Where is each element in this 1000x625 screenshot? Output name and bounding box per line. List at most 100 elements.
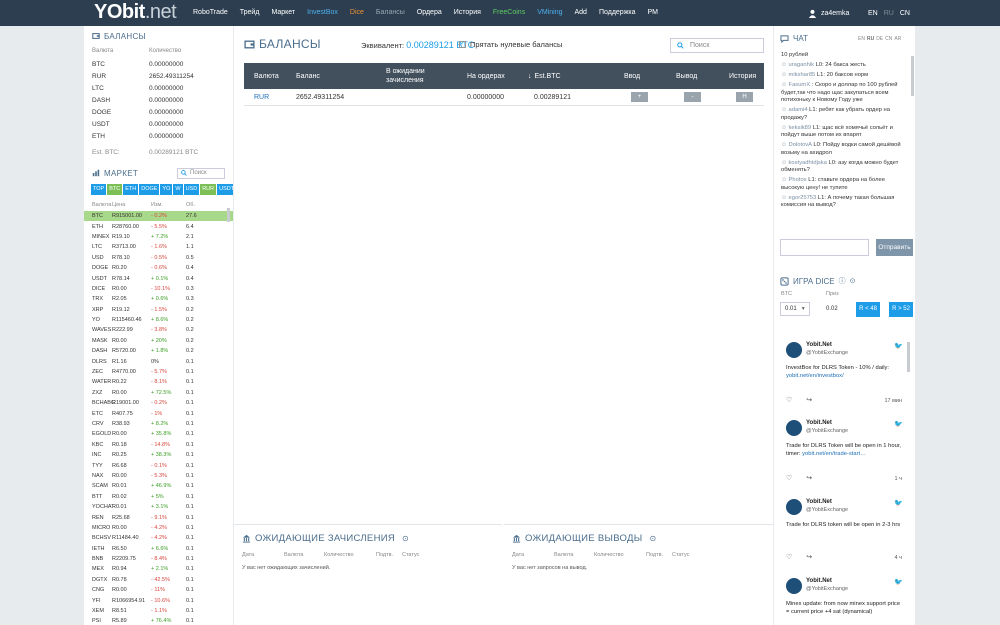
nav-item-7[interactable]: История xyxy=(448,0,487,26)
table-row[interactable]: MEX R0.94 + 2.1% 0.1 xyxy=(84,564,233,574)
nav-item-4[interactable]: Dice xyxy=(344,0,370,26)
table-row[interactable]: BTC R915001.00 - 0.2% 27.6 xyxy=(84,211,233,222)
nav-item-6[interactable]: Ордера xyxy=(411,0,448,26)
market-tab-w[interactable]: W xyxy=(173,184,183,195)
table-row[interactable]: YOCHAT R0.01 + 3.1% 0.1 xyxy=(84,502,233,512)
table-row[interactable]: KBC R0.18 - 14.8% 0.1 xyxy=(84,440,233,450)
table-row[interactable]: BCHABC R19001.00 - 0.2% 0.1 xyxy=(84,398,233,408)
table-row[interactable]: INC R0.25 + 38.3% 0.1 xyxy=(84,450,233,460)
th-est-btc[interactable]: ↓ Est.BTC xyxy=(528,63,561,89)
info-icon[interactable]: ⊙ xyxy=(649,534,656,543)
table-row[interactable]: DOGE R0.20 - 0.6% 0.4 xyxy=(84,263,233,273)
tweet-time[interactable]: 17 мин xyxy=(884,398,902,404)
heart-icon[interactable]: ♡ xyxy=(786,396,792,404)
tweet-time[interactable]: 4 ч xyxy=(895,555,902,561)
tweet-link[interactable]: yobit.net/en/trade-start… xyxy=(802,451,866,457)
table-row[interactable]: CNG R0.00 - 11% 0.1 xyxy=(84,585,233,595)
nav-item-3[interactable]: InvestBox xyxy=(301,0,344,26)
nav-item-10[interactable]: Add xyxy=(569,0,593,26)
table-row[interactable]: CRV R38.93 + 8.2% 0.1 xyxy=(84,419,233,429)
nav-item-5[interactable]: Балансы xyxy=(370,0,411,26)
twitter-bird-icon[interactable]: 🐦 xyxy=(894,420,903,428)
chat-username[interactable]: kostyadhtdjska xyxy=(789,160,827,166)
chat-username[interactable]: egor25753 xyxy=(789,195,817,201)
chat-lang-cn[interactable]: CN xyxy=(885,36,892,42)
list-item[interactable]: RUR 2652.49311254 xyxy=(84,70,233,82)
tweet-author-name[interactable]: Yobit.Net xyxy=(806,499,832,505)
table-row[interactable]: XEM R8.51 - 1.1% 0.1 xyxy=(84,606,233,616)
tweet-time[interactable]: 1 ч xyxy=(895,476,902,482)
market-tab-top[interactable]: TOP xyxy=(91,184,107,195)
list-item[interactable]: USDT 0.00000000 xyxy=(84,118,233,130)
share-icon[interactable]: ↪ xyxy=(806,396,812,404)
table-row[interactable]: BCHSV R11484.40 - 4.2% 0.1 xyxy=(84,533,233,543)
tweet-author-name[interactable]: Yobit.Net xyxy=(806,342,832,348)
nav-item-11[interactable]: Поддержка xyxy=(593,0,642,26)
twitter-bird-icon[interactable]: 🐦 xyxy=(894,499,903,507)
tweet-author-handle[interactable]: @YobitExchange xyxy=(806,586,848,592)
table-row[interactable]: ZEC R4770.00 - 5.7% 0.1 xyxy=(84,367,233,377)
table-row[interactable]: MICRO R0.00 - 4.2% 0.1 xyxy=(84,523,233,533)
list-item[interactable]: DASH 0.00000000 xyxy=(84,94,233,106)
avatar[interactable] xyxy=(786,420,802,436)
nav-item-9[interactable]: VMining xyxy=(531,0,568,26)
help-icon[interactable]: ⓘ xyxy=(839,276,846,286)
table-row[interactable]: DGTX R0.78 - 42.5% 0.1 xyxy=(84,575,233,585)
avatar[interactable] xyxy=(786,578,802,594)
table-row[interactable]: IETH R6.50 + 6.6% 0.1 xyxy=(84,544,233,554)
chat-send-button[interactable]: Отправить xyxy=(876,239,913,256)
nav-item-0[interactable]: RoboTrade xyxy=(187,0,234,26)
table-row[interactable]: YO R115460.46 + 8.6% 0.2 xyxy=(84,315,233,325)
info-icon[interactable]: ⊙ xyxy=(402,534,409,543)
table-row[interactable]: DLRS R1.16 0% 0.1 xyxy=(84,356,233,366)
deposit-button[interactable]: + xyxy=(631,92,648,102)
chat-username[interactable]: FasumX xyxy=(789,82,811,88)
chat-lang-ar[interactable]: AR xyxy=(894,36,901,42)
twitter-scrollbar[interactable] xyxy=(907,342,910,372)
table-row[interactable]: BNB R2209.75 - 8.4% 0.1 xyxy=(84,554,233,564)
history-button[interactable]: H xyxy=(736,92,753,102)
table-row[interactable]: DASH R5720.00 + 1.8% 0.2 xyxy=(84,346,233,356)
table-row[interactable]: BTT R0.02 + 5% 0.1 xyxy=(84,492,233,502)
tweet-author-handle[interactable]: @YobitExchange xyxy=(806,428,848,434)
list-item[interactable]: LTC 0.00000000 xyxy=(84,82,233,94)
chat-username[interactable]: keksik89 xyxy=(789,125,812,131)
balances-search-input[interactable]: Поиск xyxy=(670,38,764,53)
table-row[interactable]: DICE R0.00 - 10.1% 0.3 xyxy=(84,284,233,294)
chat-username[interactable]: DolotovA xyxy=(789,142,812,148)
market-tab-rur[interactable]: RUR xyxy=(200,184,217,195)
withdraw-button[interactable]: - xyxy=(684,92,701,102)
th-pending[interactable]: В ожидании зачисления xyxy=(386,63,446,89)
hide-zero-checkbox[interactable]: ✓ xyxy=(459,41,466,48)
list-item[interactable]: BTC 0.00000000 xyxy=(84,58,233,70)
table-row[interactable]: ZXZ R0.00 + 72.5% 0.1 xyxy=(84,388,233,398)
lang-en[interactable]: EN xyxy=(868,10,878,17)
lang-ru[interactable]: RU xyxy=(884,10,894,17)
market-tab-doge[interactable]: DOGE xyxy=(139,184,160,195)
th-currency[interactable]: Валюта xyxy=(254,63,279,89)
table-row[interactable]: EGOLD R0.00 + 35.8% 0.1 xyxy=(84,429,233,439)
twitter-bird-icon[interactable]: 🐦 xyxy=(894,342,903,350)
market-search-input[interactable]: Поиск xyxy=(177,167,225,179)
market-tab-usd[interactable]: USD xyxy=(183,184,200,195)
nav-item-12[interactable]: PM xyxy=(642,0,665,26)
chat-username[interactable]: adami4 xyxy=(789,107,808,113)
dice-bet-select[interactable]: 0.01 ▼ xyxy=(780,302,810,316)
row-currency[interactable]: RUR xyxy=(254,89,269,106)
chat-lang-en[interactable]: EN xyxy=(858,36,865,42)
chat-username[interactable]: Photos xyxy=(789,177,807,183)
table-row[interactable]: ETH R28760.00 - 5.5% 6.4 xyxy=(84,221,233,231)
share-icon[interactable]: ↪ xyxy=(806,474,812,482)
user-menu[interactable]: za4emka xyxy=(808,0,849,26)
table-row[interactable]: TYY R6.68 - 0.1% 0.1 xyxy=(84,460,233,470)
table-row[interactable]: NAX R0.00 - 5.3% 0.1 xyxy=(84,471,233,481)
nav-item-8[interactable]: FreeCoins xyxy=(487,0,531,26)
info-icon[interactable]: ⊙ xyxy=(850,277,856,285)
table-row[interactable]: YFI R1066954.91 - 10.6% 0.1 xyxy=(84,595,233,605)
nav-item-1[interactable]: Трейд xyxy=(234,0,266,26)
market-scrollbar[interactable] xyxy=(227,208,230,222)
tweet-author-name[interactable]: Yobit.Net xyxy=(806,578,832,584)
chat-scrollbar[interactable] xyxy=(911,56,914,96)
table-row[interactable]: PSI R5.89 + 76.4% 0.1 xyxy=(84,616,233,625)
chat-username[interactable]: mikshar85 xyxy=(789,72,816,78)
